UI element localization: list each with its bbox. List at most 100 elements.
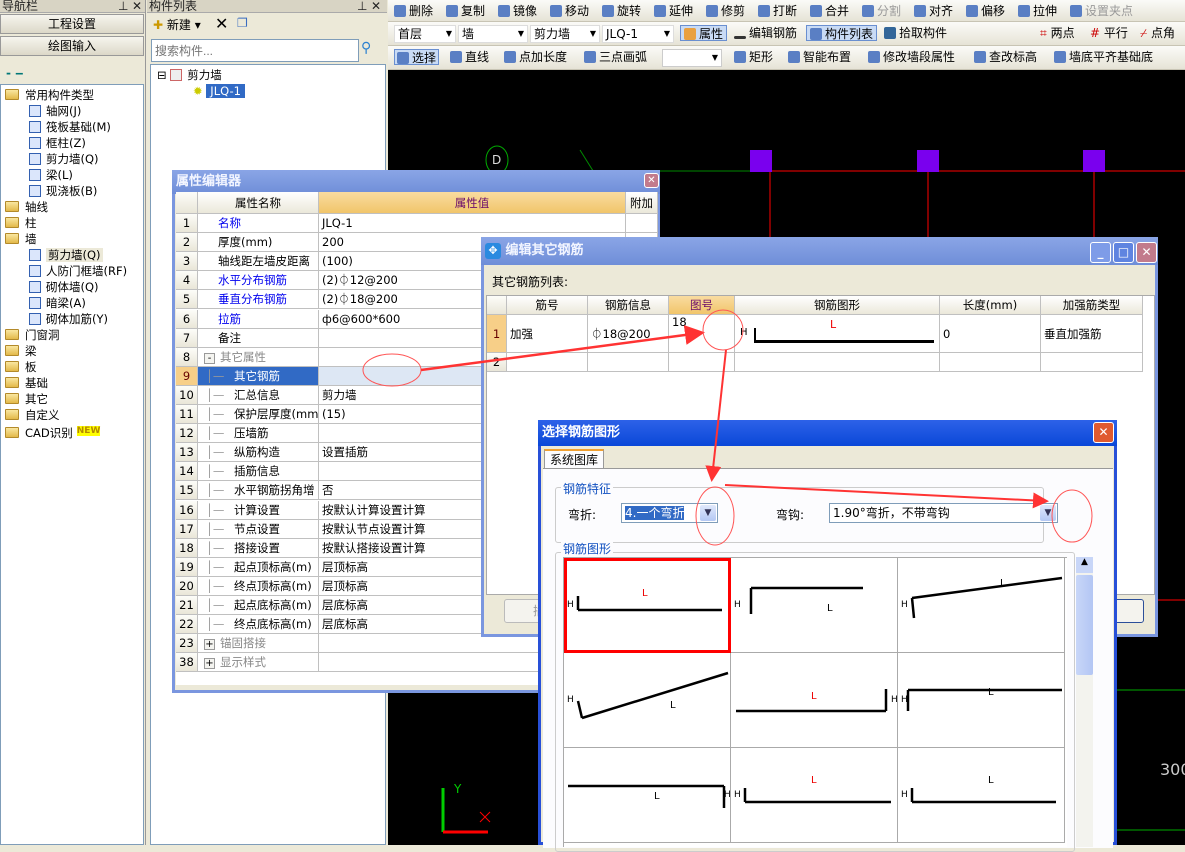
tree-item[interactable]: 梁(L) [29, 167, 73, 183]
toolbar-button[interactable]: 延伸 [654, 3, 693, 19]
edit-rebar-button[interactable]: 编辑钢筋 [734, 25, 797, 41]
toolbar-button[interactable]: 墙底平齐基础底 [1052, 49, 1155, 65]
toolbar-button[interactable]: 合并 [810, 3, 849, 19]
property-name[interactable]: 名称 [198, 214, 319, 233]
toolbar-button[interactable]: 矩形 [732, 49, 775, 65]
rebar-cell[interactable]: 加强 [507, 315, 588, 353]
delete-icon[interactable]: ✕ [215, 14, 228, 33]
tree-node-shear-wall[interactable]: ⊟ 剪力墙 [157, 67, 222, 83]
tree-node-jlq1[interactable]: ✹ JLQ-1 [193, 83, 245, 99]
expand-toggle[interactable]: + [204, 658, 215, 670]
pin-icon[interactable]: ⊥ [357, 0, 367, 12]
rebar-cell[interactable] [588, 353, 669, 372]
rebar-cell[interactable] [1041, 353, 1143, 372]
property-name[interactable]: │— 保护层厚度(mm) [198, 405, 319, 424]
property-name[interactable]: 备注 [198, 328, 319, 348]
property-name[interactable]: 轴线距左墙皮距离 [198, 252, 319, 272]
type-select[interactable]: 墙 ▼ [458, 25, 528, 43]
column-marker[interactable] [917, 150, 939, 172]
shape-option[interactable]: LH [564, 653, 731, 748]
chevron-down-icon[interactable]: ▼ [1040, 505, 1056, 521]
toolbar-button[interactable]: 镜像 [498, 3, 537, 19]
toolbar-button[interactable]: 对齐 [914, 3, 953, 19]
maximize-button[interactable]: □ [1113, 242, 1134, 263]
tree-item[interactable]: 门窗洞 [5, 327, 60, 343]
tab-system-library[interactable]: 系统图库 [544, 449, 604, 469]
close-icon[interactable]: ✕ [371, 0, 381, 12]
pin-icon[interactable]: ⊥ [118, 0, 128, 12]
property-name[interactable]: │— 节点设置 [198, 519, 319, 539]
scroll-thumb[interactable] [1076, 575, 1093, 675]
shape-option[interactable]: LH [898, 558, 1065, 653]
toolbar-button[interactable]: 移动 [550, 3, 589, 19]
point-angle-button[interactable]: ⌿ 点角 [1140, 25, 1175, 41]
toolbar-button[interactable]: 偏移 [966, 3, 1005, 19]
toolbar-button[interactable]: 拉伸 [1018, 3, 1057, 19]
rebar-cell[interactable]: 18 [669, 315, 735, 353]
property-name[interactable]: │— 其它钢筋 [198, 366, 319, 386]
search-input[interactable] [151, 39, 359, 62]
toolbar-button[interactable]: 分割 [862, 3, 901, 19]
toolbar-button[interactable]: 点加长度 [502, 49, 569, 65]
shape-option[interactable]: LH [731, 558, 898, 653]
tree-item[interactable]: 现浇板(B) [29, 183, 97, 199]
shape-option[interactable]: LH [898, 748, 1065, 843]
rebar-cell[interactable] [940, 353, 1041, 372]
tree-item[interactable]: 暗梁(A) [29, 295, 86, 311]
close-button[interactable]: ✕ [644, 173, 659, 188]
subtype-select[interactable]: 剪力墙 ▼ [530, 25, 600, 43]
tree-item[interactable]: 筏板基础(M) [29, 119, 111, 135]
property-value[interactable]: JLQ-1 [319, 214, 626, 233]
tree-item[interactable]: 其它 [5, 391, 48, 407]
property-name[interactable]: │— 终点底标高(m) [198, 615, 319, 635]
copy-icon[interactable]: ❐ [237, 16, 248, 30]
expand-toggle[interactable]: + [204, 639, 215, 651]
property-name[interactable]: │— 插筋信息 [198, 462, 319, 482]
toolbar-button[interactable]: 删除 [394, 3, 433, 19]
property-name[interactable]: │— 汇总信息 [198, 385, 319, 405]
toolbar-button[interactable]: 三点画弧 [582, 49, 649, 65]
tree-item[interactable]: 剪力墙(Q) [29, 151, 99, 167]
toolbar-button[interactable]: 智能布置 [786, 49, 853, 65]
new-button[interactable]: ✚ 新建 ▾ [153, 16, 201, 33]
toolbar-button[interactable]: 修改墙段属性 [866, 49, 957, 65]
close-icon[interactable]: ✕ [132, 0, 142, 12]
hook-select[interactable]: 1.90°弯折，不带弯钩 ▼ [829, 503, 1058, 523]
property-name[interactable]: │— 起点顶标高(m) [198, 557, 319, 577]
toolbar-button[interactable]: 旋转 [602, 3, 641, 19]
properties-button[interactable]: 属性 [680, 25, 728, 41]
name-select[interactable]: JLQ-1 ▼ [602, 25, 674, 43]
parallel-button[interactable]: # 平行 [1090, 25, 1128, 41]
rebar-cell[interactable]: 0 [940, 315, 1041, 353]
rebar-cell[interactable]: 垂直加强筋 [1041, 315, 1143, 353]
column-marker[interactable] [1083, 150, 1105, 172]
search-icon[interactable]: ⚲ [361, 40, 371, 56]
two-point-button[interactable]: ⌗ 两点 [1040, 25, 1075, 41]
shape-option[interactable]: LH [731, 748, 898, 843]
column-marker[interactable] [750, 150, 772, 172]
rebar-cell[interactable] [507, 353, 588, 372]
bend-select[interactable]: 4.一个弯折 ▼ [621, 503, 718, 523]
expand-toggle[interactable]: - [204, 352, 215, 364]
tree-item[interactable]: 常用构件类型 [5, 87, 94, 103]
draw-input-button[interactable]: 绘图输入 [0, 36, 144, 56]
project-settings-button[interactable]: 工程设置 [0, 14, 144, 34]
scrollbar[interactable]: ▲ [1076, 557, 1093, 847]
style-select[interactable]: ▼ [662, 49, 722, 67]
toolbar-button[interactable]: 选择 [394, 49, 440, 65]
toolbar-button[interactable]: 设置夹点 [1070, 3, 1133, 19]
property-name[interactable]: │— 计算设置 [198, 500, 319, 520]
toolbar-button[interactable]: 查改标高 [972, 49, 1039, 65]
property-name[interactable]: + 锚固搭接 [198, 634, 319, 654]
tree-item[interactable]: 人防门框墙(RF) [29, 263, 127, 279]
tree-item[interactable]: 框柱(Z) [29, 135, 86, 151]
shape-option[interactable]: LH [731, 653, 898, 748]
rebar-cell[interactable]: HL [735, 315, 940, 353]
toolbar-button[interactable]: 修剪 [706, 3, 745, 19]
tree-item[interactable]: 自定义 [5, 407, 60, 423]
toolbar-button[interactable]: 打断 [758, 3, 797, 19]
property-name[interactable]: - 其它属性 [198, 347, 319, 367]
rebar-cell[interactable] [669, 353, 735, 372]
chevron-down-icon[interactable]: ▼ [700, 505, 716, 521]
floor-select[interactable]: 首层 ▼ [394, 25, 456, 43]
